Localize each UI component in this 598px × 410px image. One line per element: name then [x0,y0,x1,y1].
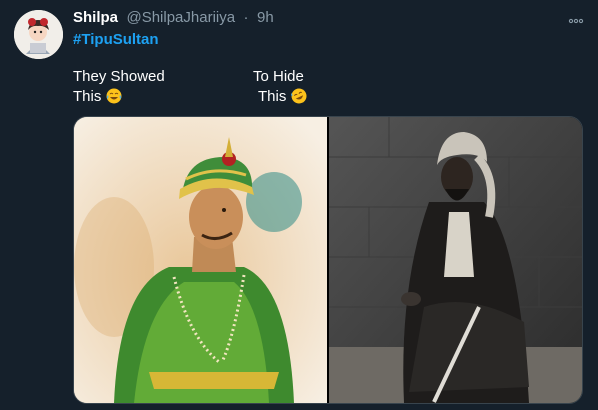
separator: · [243,9,249,26]
more-options-icon[interactable] [568,12,584,24]
rolling-on-floor-laughing-icon [290,88,307,104]
caption-right-line2: This [258,87,307,107]
display-name[interactable]: Shilpa [73,9,118,26]
hashtag-link[interactable]: #TipuSultan [73,31,159,48]
caption-right-line1: To Hide [253,68,304,85]
caption-left-line2: This [73,87,122,107]
timestamp[interactable]: 9h [257,9,274,26]
caption-left-line1: They Showed [73,68,165,85]
tweet-header: Shilpa @ShilpaJhariiya · 9h [73,9,588,29]
caption-right-word: This [258,88,287,105]
avatar-image [14,10,63,59]
handle[interactable]: @ShilpaJhariiya [126,9,235,26]
media-image-right-photo[interactable] [329,117,582,403]
tweet-media[interactable] [73,116,583,404]
avatar[interactable] [14,10,63,59]
face-with-tears-of-joy-icon [106,88,122,104]
media-image-left-painting[interactable] [74,117,327,403]
caption-left-word: This [73,88,102,105]
